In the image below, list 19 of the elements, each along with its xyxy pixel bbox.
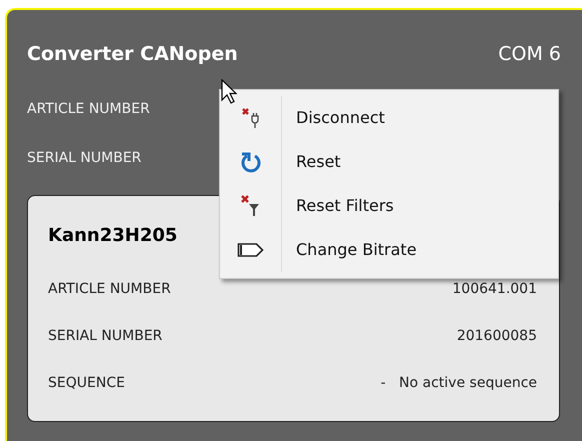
field-label: SEQUENCE [48,374,125,392]
menu-item[interactable]: Change Bitrate [220,228,558,272]
field-value: - No active sequence [380,374,537,392]
refresh-icon [240,150,262,174]
device-title: Converter CANopen [27,42,238,67]
field-label: ARTICLE NUMBER [27,100,150,118]
menu-item[interactable]: Reset Filters [220,184,558,228]
card-title: Kann23H205 [48,224,178,248]
port-label: COM 6 [498,42,561,67]
field-label: SERIAL NUMBER [48,326,162,346]
menu-item[interactable]: Reset [220,140,558,184]
field-label: SERIAL NUMBER [27,148,142,168]
field-value: 100641.001 [452,280,537,298]
tag-icon [236,242,264,258]
mouse-pointer-icon [221,79,237,104]
field-label: ARTICLE NUMBER [48,280,171,298]
clear-filter-icon [240,194,262,218]
field-value: 201600085 [456,326,537,346]
unplug-icon [240,106,262,130]
